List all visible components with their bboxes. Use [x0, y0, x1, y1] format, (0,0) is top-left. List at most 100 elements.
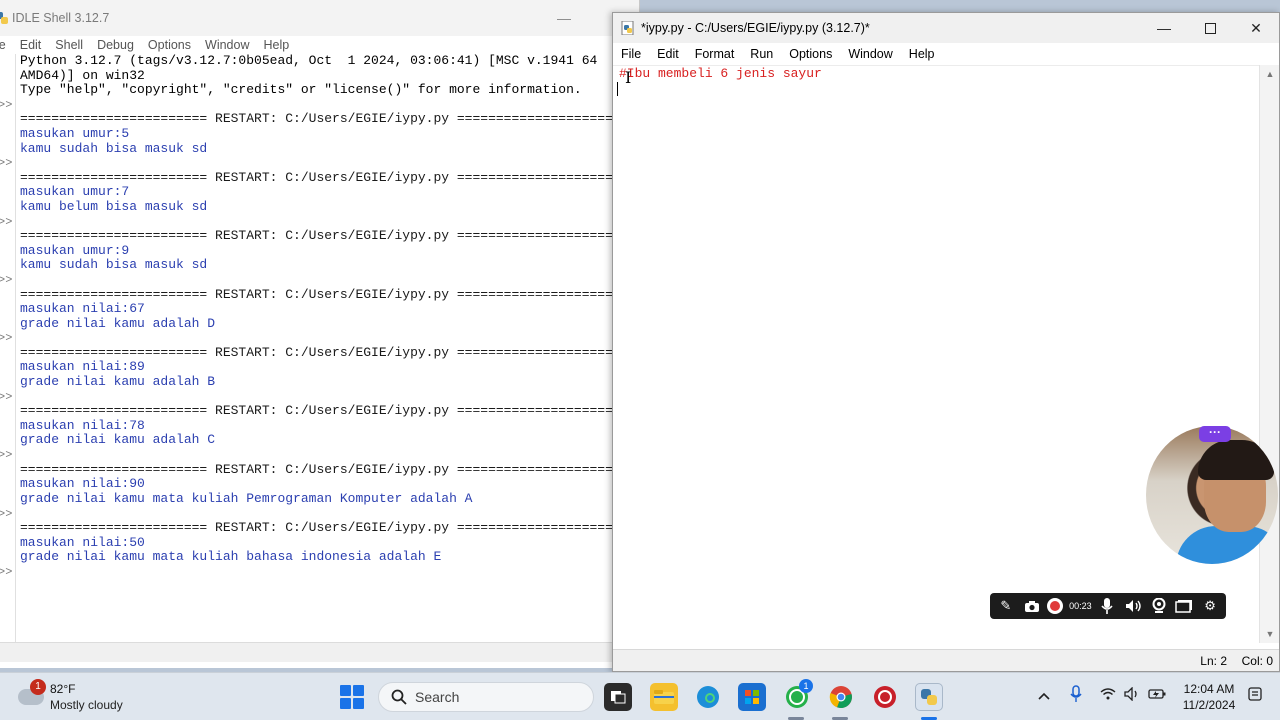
camera-icon[interactable]	[1022, 596, 1042, 616]
shell-horizontal-scrollbar[interactable]	[0, 642, 612, 662]
editor-menu-item[interactable]: Run	[750, 47, 773, 61]
task-view-icon[interactable]	[604, 683, 632, 711]
chrome-icon[interactable]	[827, 683, 855, 711]
restart-banner-line: ======================== RESTART: C:/Use…	[20, 404, 612, 419]
shell-titlebar[interactable]: IDLE Shell 3.12.7	[0, 0, 639, 36]
shell-prompt: >>	[0, 506, 13, 521]
shell-output-line	[20, 273, 612, 288]
idle-shell-window: IDLE Shell 3.12.7 — leEditShellDebugOpti…	[0, 0, 640, 668]
editor-status-bar: Ln: 2 Col: 0	[613, 649, 1279, 671]
whatsapp-badge: 1	[799, 679, 813, 693]
webcam-overlay[interactable]	[1146, 426, 1278, 564]
notification-icon[interactable]	[1248, 687, 1262, 704]
editor-menu-item[interactable]: Window	[848, 47, 892, 61]
line-number: Ln: 2	[1200, 654, 1227, 668]
battery-icon[interactable]	[1148, 687, 1166, 703]
shell-output-line: grade nilai kamu mata kuliah Pemrograman…	[20, 491, 473, 506]
scroll-up-arrow-icon[interactable]: ▲	[1260, 65, 1280, 83]
editor-menu-item[interactable]: Edit	[657, 47, 679, 61]
shell-menu-item[interactable]: Debug	[91, 38, 142, 52]
restart-banner-line: ======================== RESTART: C:/Use…	[20, 345, 612, 360]
edit-pen-icon[interactable]: ✎	[996, 596, 1016, 616]
shell-prompt: >>	[0, 448, 13, 463]
webcam-icon[interactable]	[1149, 596, 1169, 616]
clock-date: 11/2/2024	[1182, 698, 1236, 712]
volume-icon[interactable]	[1124, 686, 1140, 704]
whatsapp-icon[interactable]: 1	[783, 679, 813, 711]
shell-output-line: grade nilai kamu adalah C	[20, 433, 216, 448]
shell-menu-item[interactable]: Help	[257, 38, 297, 52]
screen-recorder-icon[interactable]	[871, 683, 899, 711]
tray-microphone-icon[interactable]	[1070, 685, 1082, 706]
wifi-icon[interactable]	[1100, 687, 1116, 703]
shell-output-line: masukan nilai:50	[20, 535, 145, 550]
recording-toolbar: ✎ 00:23 ⚙	[990, 593, 1226, 619]
shell-minimize-button[interactable]: —	[552, 8, 576, 28]
clock-time: 12:04 AM	[1183, 682, 1235, 696]
microsoft-store-icon[interactable]	[738, 683, 766, 711]
editor-titlebar[interactable]: *iypy.py - C:/Users/EGIE/iypy.py (3.12.7…	[613, 13, 1279, 43]
shell-output-line	[20, 565, 612, 580]
editor-menu-item[interactable]: File	[621, 47, 641, 61]
shell-output-line	[20, 215, 612, 230]
column-number: Col: 0	[1241, 654, 1273, 668]
shell-output-line: kamu sudah bisa masuk sd	[20, 141, 208, 156]
taskbar: 1 82°F Mostly cloudy Search 1 12:04 AM 1…	[0, 672, 1280, 720]
shell-menu-item[interactable]: Window	[199, 38, 257, 52]
scroll-down-arrow-icon[interactable]: ▼	[1260, 625, 1280, 643]
editor-window: *iypy.py - C:/Users/EGIE/iypy.py (3.12.7…	[612, 12, 1280, 672]
ibeam-cursor-icon: I	[625, 68, 632, 87]
restart-banner-line: ======================== RESTART: C:/Use…	[20, 112, 612, 127]
windows-logo-tile	[340, 698, 351, 709]
weather-condition: Mostly cloudy	[50, 698, 123, 712]
show-hidden-icons-chevron-icon[interactable]	[1038, 687, 1050, 703]
editor-menu-item[interactable]: Help	[909, 47, 935, 61]
idle-python-icon[interactable]	[915, 683, 943, 711]
shell-output-line: masukan umur:5	[20, 126, 130, 141]
record-stop-button[interactable]	[1047, 598, 1064, 614]
screen-icon[interactable]	[1175, 596, 1195, 616]
taskbar-search-box[interactable]: Search	[378, 682, 594, 712]
editor-menu-item[interactable]: Format	[695, 47, 735, 61]
text-caret	[617, 82, 618, 96]
restart-banner-line: ======================== RESTART: C:/Use…	[20, 170, 612, 185]
shell-output-line: masukan nilai:89	[20, 360, 145, 375]
shell-menubar: leEditShellDebugOptionsWindowHelp	[0, 36, 639, 54]
shell-output-line: kamu belum bisa masuk sd	[20, 199, 208, 214]
shell-menu-item[interactable]: Options	[142, 38, 199, 52]
shell-output-area[interactable]: Python 3.12.7 (tags/v3.12.7:0b05ead, Oct…	[0, 54, 612, 642]
shell-menu-item[interactable]: le	[0, 38, 14, 52]
shell-output-line	[20, 506, 612, 521]
editor-close-button[interactable]: ✕	[1233, 13, 1279, 43]
restart-banner-line: ======================== RESTART: C:/Use…	[20, 287, 612, 302]
microphone-icon[interactable]	[1098, 596, 1118, 616]
shell-prompt: >>	[0, 565, 13, 579]
python-file-icon	[621, 21, 634, 35]
shell-output-line: grade nilai kamu adalah D	[20, 316, 216, 331]
file-explorer-icon[interactable]	[650, 683, 678, 711]
weather-temperature: 82°F	[50, 682, 76, 696]
start-button[interactable]	[340, 685, 364, 709]
shell-prompt: >>	[0, 156, 13, 171]
shell-menu-item[interactable]: Shell	[49, 38, 91, 52]
shell-output-line	[20, 98, 612, 113]
shell-output-line: masukan nilai:90	[20, 477, 145, 492]
editor-maximize-button[interactable]	[1187, 13, 1233, 43]
shell-prompt: >>	[0, 97, 13, 112]
maximize-icon	[1204, 22, 1216, 34]
shell-menu-item[interactable]: Edit	[14, 38, 50, 52]
editor-menu-item[interactable]: Options	[789, 47, 832, 61]
edge-browser-icon[interactable]	[694, 683, 722, 711]
search-label: Search	[415, 689, 460, 705]
editor-menubar: File Edit Format Run Options Window Help	[613, 43, 1279, 65]
shell-output-line	[20, 156, 612, 171]
recording-timer: 00:23	[1069, 601, 1092, 611]
webcam-menu-button[interactable]: ···	[1199, 426, 1231, 442]
speaker-icon[interactable]	[1123, 596, 1143, 616]
settings-gear-icon[interactable]: ⚙	[1200, 596, 1220, 616]
system-clock[interactable]: 12:04 AM 11/2/2024	[1176, 681, 1242, 713]
editor-minimize-button[interactable]: —	[1141, 13, 1187, 43]
shell-prompt: >>	[0, 214, 13, 229]
weather-widget[interactable]: 1 82°F Mostly cloudy	[16, 679, 156, 715]
editor-text-area[interactable]: #Ibu membeli 6 jenis sayur I	[613, 65, 1259, 643]
